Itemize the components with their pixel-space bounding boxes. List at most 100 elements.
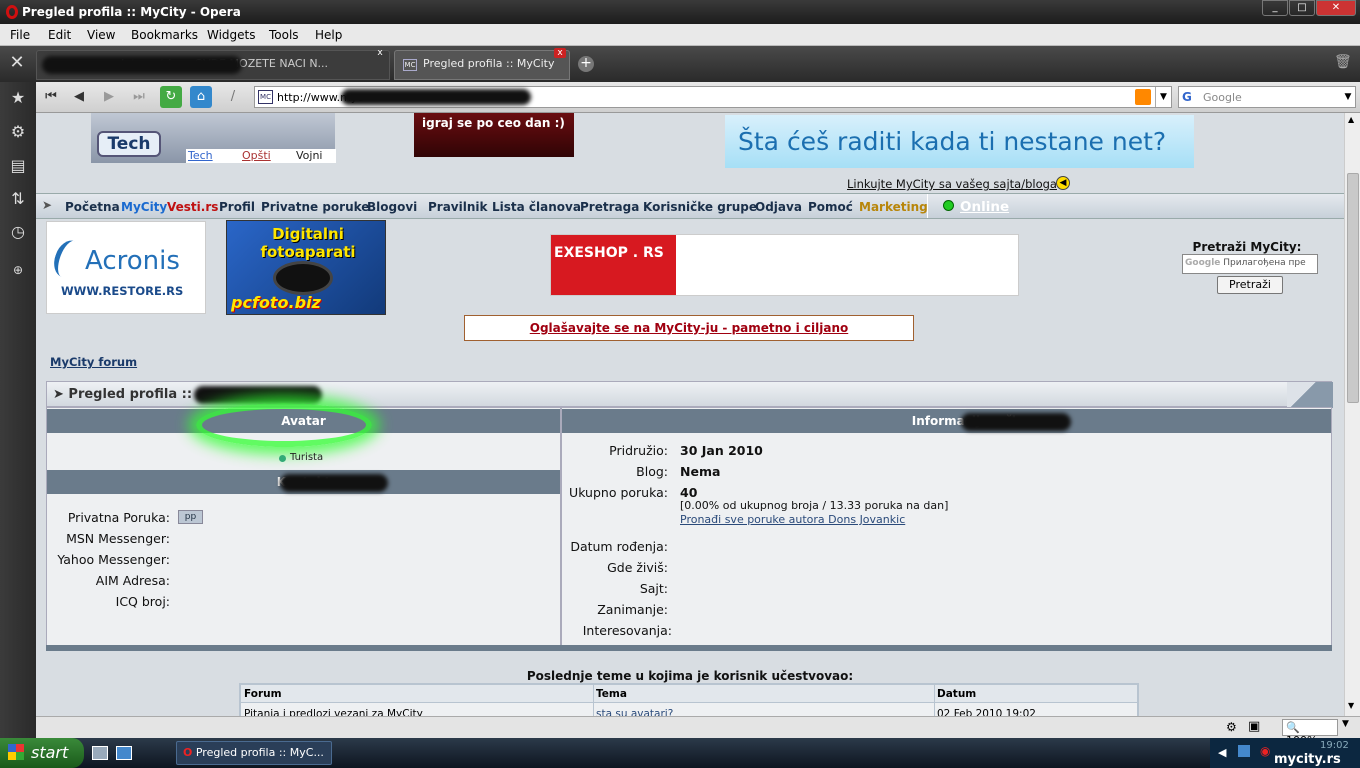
posts-label: Ukupno poruka: — [569, 485, 668, 500]
scroll-down-icon[interactable]: ▼ — [1348, 701, 1354, 710]
mycity-search-button[interactable]: Pretraži — [1217, 276, 1283, 294]
advertise-link[interactable]: Oglašavajte se na MyCity-ju - pametno i … — [464, 315, 914, 341]
network-icon[interactable]: ⚙ — [1226, 720, 1237, 734]
web-search-field[interactable]: G Google ▼ — [1178, 86, 1356, 108]
notes-icon[interactable]: ▤ — [6, 154, 30, 178]
row-forum[interactable]: Pitanja i predlozi vezani za MyCity — [244, 708, 423, 716]
tray-network-icon[interactable] — [1238, 745, 1250, 757]
col-divider — [593, 685, 594, 716]
tab-close-icon[interactable]: x — [554, 48, 566, 58]
acronis-swoosh-icon — [49, 236, 87, 282]
menu-bookmarks[interactable]: Bookmarks — [131, 28, 198, 42]
url-field[interactable]: MC http://www.myc ▼ — [254, 86, 1172, 108]
igraj-banner[interactable]: igraj se po ceo dan :) — [414, 113, 574, 157]
scroll-thumb[interactable] — [1347, 173, 1359, 403]
menu-help[interactable]: Help — [315, 28, 342, 42]
vertical-scrollbar[interactable]: ▲ ▼ — [1344, 113, 1360, 716]
new-tab-icon[interactable]: + — [578, 56, 594, 72]
maximize-button[interactable]: □ — [1289, 0, 1315, 16]
posts-value: 40 — [680, 485, 698, 500]
exeshop-red-block — [551, 235, 676, 295]
url-dropdown-icon[interactable]: ▼ — [1155, 87, 1171, 107]
rss-icon[interactable] — [1135, 89, 1151, 105]
transfers-icon[interactable]: ⇅ — [6, 187, 30, 211]
pm-button[interactable]: pp — [178, 510, 203, 524]
nav-pretraga[interactable]: Pretraga — [580, 200, 639, 214]
breadcrumb[interactable]: MyCity forum — [50, 355, 137, 369]
tray-arrow-icon[interactable]: ◀ — [1218, 746, 1226, 759]
tech-banner[interactable]: Tech Tech Opšti Vojni — [91, 113, 336, 163]
start-label: start — [31, 743, 69, 762]
nav-pomoc[interactable]: Pomoć — [808, 200, 853, 214]
web-page: Tech Tech Opšti Vojni igraj se po ceo da… — [36, 113, 1344, 716]
location-label: Gde živiš: — [607, 560, 668, 575]
nav-blogovi[interactable]: Blogovi — [367, 200, 417, 214]
camera-icon[interactable]: ▣ — [1248, 719, 1260, 734]
back-icon[interactable]: ◀ — [68, 86, 90, 108]
tray-opera-icon[interactable]: ◉ — [1260, 744, 1274, 758]
wand-icon[interactable]: / — [222, 86, 244, 108]
tab-close-icon[interactable]: x — [374, 48, 386, 58]
zoom-control[interactable]: 🔍 100% — [1282, 719, 1338, 747]
menu-edit[interactable]: Edit — [48, 28, 71, 42]
mycity-search-input[interactable]: Google Прилагођена пре — [1182, 254, 1318, 274]
net-ad-banner[interactable]: Šta ćeš raditi kada ti nestane net? — [725, 115, 1194, 168]
start-button[interactable]: start — [0, 738, 84, 768]
link-mycity[interactable]: Linkujte MyCity sa vašeg sajta/bloga — [847, 177, 1057, 191]
rewind-icon[interactable]: ⏮ — [40, 86, 62, 108]
site-label: Sajt: — [639, 581, 668, 596]
menu-widgets[interactable]: Widgets — [207, 28, 256, 42]
nav-marketing[interactable]: Marketing — [859, 200, 928, 214]
menu-tools[interactable]: Tools — [269, 28, 299, 42]
nav-odjava[interactable]: Odjava — [755, 200, 802, 214]
profile-footer-bar — [46, 645, 1332, 651]
home-icon[interactable]: ⌂ — [190, 86, 212, 108]
nav-online[interactable]: Online — [960, 199, 1009, 215]
pm-label: Privatna Poruka: — [67, 510, 170, 525]
reload-icon[interactable]: ↻ — [160, 86, 182, 108]
nav-profil[interactable]: Profil — [219, 200, 255, 214]
exeshop-banner[interactable]: EXESHOP . RS — [550, 234, 1019, 296]
gear-icon[interactable]: ⚙ — [6, 120, 30, 144]
zoom-dropdown-icon[interactable]: ▼ — [1342, 719, 1356, 729]
fast-forward-icon[interactable]: ⏭ — [128, 86, 150, 108]
tab-pregled-profila[interactable]: MC Pregled profila :: MyCity — [394, 50, 570, 80]
nav-pocetna[interactable]: Početna — [65, 200, 120, 214]
forward-icon[interactable]: ▶ — [98, 86, 120, 108]
add-panel-icon[interactable]: ⊕ — [6, 258, 30, 282]
taskbar-task-opera[interactable]: O Pregled profila :: MyC... — [176, 741, 332, 765]
bookmarks-star-icon[interactable]: ★ — [6, 86, 30, 110]
pcfoto-banner[interactable]: Digitalni fotoaparati pcfoto.biz — [226, 220, 386, 315]
status-bar: ⚙ ▣ 🔍 100% ▼ — [36, 716, 1360, 747]
interests-label: Interesovanja: — [582, 623, 672, 638]
find-posts-link[interactable]: Pronađi sve poruke autora Dons Jovankic — [680, 513, 905, 526]
clock[interactable]: 19:02 — [1320, 740, 1349, 751]
history-clock-icon[interactable]: ◷ — [6, 220, 30, 244]
acronis-banner[interactable]: Acronis WWW.RESTORE.RS — [46, 221, 206, 314]
digital-text: Digitalni fotoaparati — [260, 225, 356, 261]
show-desktop-icon[interactable] — [92, 746, 108, 760]
vojni-tab[interactable]: Vojni — [296, 149, 323, 162]
tools-icon[interactable]: ✕ — [4, 52, 30, 76]
nav-lista-clanova[interactable]: Lista članova — [492, 200, 581, 214]
quicklaunch-icon[interactable] — [116, 746, 132, 760]
nav-privatne-poruke[interactable]: Privatne poruke — [261, 200, 369, 214]
nav-vesti[interactable]: Vesti.rs — [167, 200, 218, 214]
scroll-up-icon[interactable]: ▲ — [1348, 115, 1354, 124]
opsti-tab[interactable]: Opšti — [242, 149, 271, 162]
tab-pregled-label: Pregled profila :: MyCity — [423, 57, 555, 70]
joined-value: 30 Jan 2010 — [680, 443, 763, 458]
minimize-button[interactable]: _ — [1262, 0, 1288, 16]
search-dropdown-icon[interactable]: ▼ — [1341, 87, 1355, 107]
trash-icon[interactable]: 🗑 — [1334, 54, 1354, 74]
row-topic[interactable]: sta su avatari? — [596, 708, 673, 716]
nav-korisnicke-grupe[interactable]: Korisničke grupe — [643, 200, 757, 214]
nav-mycity[interactable]: MyCity — [121, 200, 167, 214]
tech-tab[interactable]: Tech — [188, 149, 213, 162]
close-button[interactable]: ✕ — [1316, 0, 1356, 16]
mycity-favicon-icon: MC — [403, 59, 417, 71]
menu-view[interactable]: View — [87, 28, 115, 42]
nav-pravilnik[interactable]: Pravilnik — [428, 200, 488, 214]
menu-file[interactable]: File — [10, 28, 30, 42]
rank-text: Turista — [290, 452, 324, 463]
